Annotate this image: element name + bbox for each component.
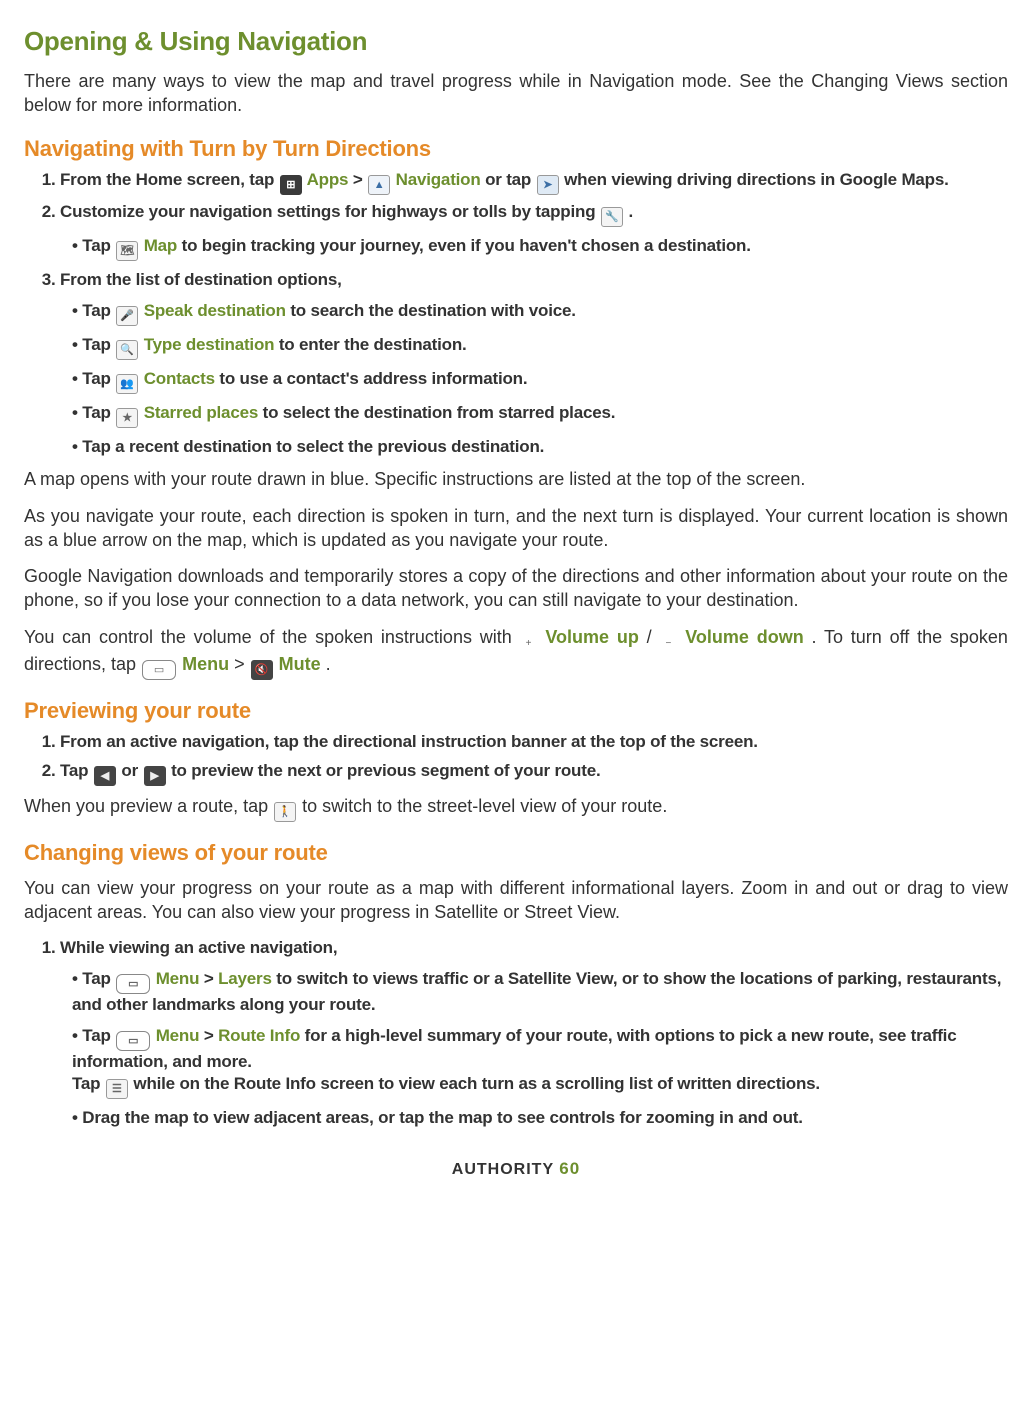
p-volume: You can control the volume of the spoken… xyxy=(24,625,1008,680)
step2-text-a: Customize your navigation settings for h… xyxy=(60,202,600,221)
heading-previewing: Previewing your route xyxy=(24,696,1008,726)
intro-paragraph: There are many ways to view the map and … xyxy=(24,69,1008,118)
list-icon: ☰ xyxy=(106,1079,128,1099)
option-speak: Tap 🎤 Speak destination to search the de… xyxy=(72,300,1008,326)
volume-up-icon: + xyxy=(521,636,537,652)
option-type: Tap 🔍 Type destination to enter the dest… xyxy=(72,334,1008,360)
speak-a: Tap xyxy=(82,301,115,320)
heading-changing-views: Changing views of your route xyxy=(24,838,1008,868)
page-footer: AUTHORITY 60 xyxy=(24,1158,1008,1181)
contacts-a: Tap xyxy=(82,369,115,388)
p-when-preview: When you preview a route, tap 🚶 to switc… xyxy=(24,794,1008,822)
type-destination-link[interactable]: Type destination xyxy=(144,335,275,354)
step1-text-a: From the Home screen, tap xyxy=(60,170,279,189)
cv-option-layers: Tap ▭ Menu > Layers to switch to views t… xyxy=(72,968,1008,1017)
star-icon: ★ xyxy=(116,408,138,428)
p-changing-views: You can view your progress on your route… xyxy=(24,876,1008,925)
menu-link-3[interactable]: Menu xyxy=(156,1026,200,1045)
speak-b: to search the destination with voice. xyxy=(290,301,575,320)
option-contacts: Tap 👥 Contacts to use a contact's addres… xyxy=(72,368,1008,394)
volume-down-link[interactable]: Volume down xyxy=(685,627,803,647)
option-recent: Tap a recent destination to select the p… xyxy=(72,436,1008,459)
heading-navigating: Navigating with Turn by Turn Directions xyxy=(24,134,1008,164)
map-link[interactable]: Map xyxy=(144,236,177,255)
directions-arrow-icon: ➤ xyxy=(537,175,559,195)
breadcrumb-separator: > xyxy=(353,170,367,189)
cv1-text: While viewing an active navigation, xyxy=(60,938,337,957)
step2-text-b: . xyxy=(628,202,633,221)
route-info-link[interactable]: Route Info xyxy=(218,1026,300,1045)
apps-grid-icon: ⊞ xyxy=(280,175,302,195)
preview-step-2: Tap ◀ or ▶ to preview the next or previo… xyxy=(60,760,1008,786)
apps-link[interactable]: Apps xyxy=(307,170,349,189)
heading-opening: Opening & Using Navigation xyxy=(24,24,1008,59)
when-preview-b: to switch to the street-level view of yo… xyxy=(302,796,667,816)
type-b: to enter the destination. xyxy=(279,335,467,354)
vol-gt: > xyxy=(234,654,250,674)
menu-button-icon-2: ▭ xyxy=(116,974,150,994)
cv-route-gt: > xyxy=(204,1026,218,1045)
p-google-nav: Google Navigation downloads and temporar… xyxy=(24,564,1008,613)
vol-text-c: . xyxy=(326,654,331,674)
preview-step-1: From an active navigation, tap the direc… xyxy=(60,731,1008,754)
menu-button-icon: ▭ xyxy=(142,660,176,680)
step3-text: From the list of destination options, xyxy=(60,270,342,289)
prev2-b: or xyxy=(121,761,142,780)
menu-link[interactable]: Menu xyxy=(182,654,229,674)
step2-sub-map: Tap 🗺 Map to begin tracking your journey… xyxy=(72,235,1008,261)
cv-route-a: Tap xyxy=(82,1026,115,1045)
speak-destination-link[interactable]: Speak destination xyxy=(144,301,286,320)
magnifier-icon: 🔍 xyxy=(116,340,138,360)
contacts-b: to use a contact's address information. xyxy=(219,369,527,388)
mute-link[interactable]: Mute xyxy=(279,654,321,674)
vol-text-a: You can control the volume of the spoken… xyxy=(24,627,520,647)
step2-sub-a: Tap xyxy=(82,236,115,255)
navigation-link[interactable]: Navigation xyxy=(396,170,481,189)
step-2: Customize your navigation settings for h… xyxy=(60,201,1008,261)
arrow-left-icon: ◀ xyxy=(94,766,116,786)
prev2-a: Tap xyxy=(60,761,93,780)
navigation-arrow-icon: ▲ xyxy=(368,175,390,195)
step2-sub-b: to begin tracking your journey, even if … xyxy=(182,236,751,255)
settings-wrench-icon: 🔧 xyxy=(601,207,623,227)
footer-brand: AUTHORITY xyxy=(452,1161,554,1178)
cv-option-drag: Drag the map to view adjacent areas, or … xyxy=(72,1107,1008,1130)
map-icon: 🗺 xyxy=(116,241,138,261)
arrow-right-icon: ▶ xyxy=(144,766,166,786)
volume-up-link[interactable]: Volume up xyxy=(545,627,638,647)
starred-places-link[interactable]: Starred places xyxy=(144,403,258,422)
p-as-you-navigate: As you navigate your route, each directi… xyxy=(24,504,1008,553)
step1-text-c: or tap xyxy=(485,170,536,189)
cv-step-1: While viewing an active navigation, Tap … xyxy=(60,937,1008,1131)
option-starred: Tap ★ Starred places to select the desti… xyxy=(72,402,1008,428)
street-view-person-icon: 🚶 xyxy=(274,802,296,822)
prev2-c: to preview the next or previous segment … xyxy=(171,761,600,780)
contacts-link[interactable]: Contacts xyxy=(144,369,215,388)
vol-slash: / xyxy=(647,627,660,647)
starred-a: Tap xyxy=(82,403,115,422)
cv-option-route-info: Tap ▭ Menu > Route Info for a high-level… xyxy=(72,1025,1008,1100)
cv-layers-a: Tap xyxy=(82,969,115,988)
type-a: Tap xyxy=(82,335,115,354)
starred-b: to select the destination from starred p… xyxy=(263,403,616,422)
step-3: From the list of destination options, Ta… xyxy=(60,269,1008,459)
volume-down-icon: − xyxy=(660,636,676,652)
when-preview-a: When you preview a route, tap xyxy=(24,796,273,816)
step1-text-d: when viewing driving directions in Googl… xyxy=(564,170,948,189)
layers-link[interactable]: Layers xyxy=(218,969,272,988)
cv-layers-gt: > xyxy=(204,969,218,988)
footer-page-number: 60 xyxy=(559,1159,580,1178)
menu-button-icon-3: ▭ xyxy=(116,1031,150,1051)
mute-speaker-icon: 🔇 xyxy=(251,660,273,680)
cv-route-c-a: Tap xyxy=(72,1074,105,1093)
menu-link-2[interactable]: Menu xyxy=(156,969,200,988)
cv-route-c-b: while on the Route Info screen to view e… xyxy=(133,1074,819,1093)
step-1: From the Home screen, tap ⊞ Apps > ▲ Nav… xyxy=(60,169,1008,195)
contacts-icon: 👥 xyxy=(116,374,138,394)
microphone-icon: 🎤 xyxy=(116,306,138,326)
p-map-opens: A map opens with your route drawn in blu… xyxy=(24,467,1008,491)
